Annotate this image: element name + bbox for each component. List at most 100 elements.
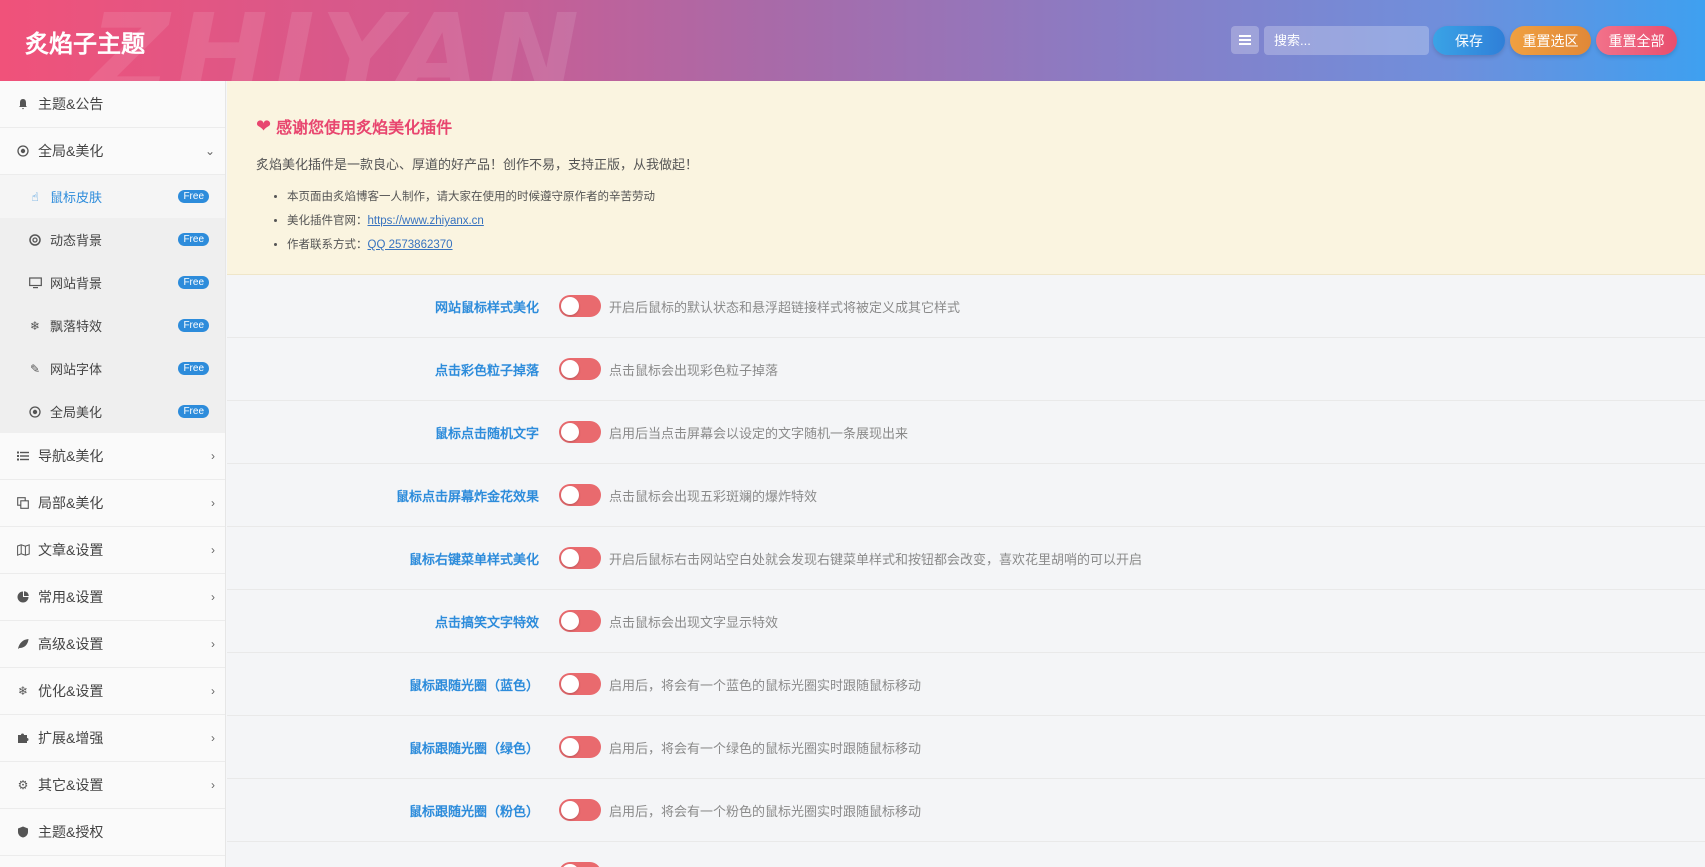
snowflake-icon: ❄ [17,684,29,698]
notice-panel: ❤ 感谢您使用炙焰美化插件 炙焰美化插件是一款良心、厚道的好产品！创作不易，支持… [227,81,1705,275]
sidebar-item-global-beautify[interactable]: 全局&美化 ⌄ [0,128,225,175]
app-header: ZHIYAN 炙焰子主题 保存 重置选区 重置全部 [0,0,1705,81]
puzzle-icon [16,731,30,745]
sidebar-item-local-beautify[interactable]: 局部&美化 › [0,480,225,527]
map-icon [16,543,30,557]
setting-row: 鼠标右键菜单样式美化 开启后鼠标右击网站空白处就会发现右键菜单样式和按钮都会改变… [227,527,1705,590]
setting-row: 点击搞笑文字特效 点击鼠标会出现文字显示特效 [227,590,1705,653]
setting-row: 鼠标点击随机文字 启用后当点击屏幕会以设定的文字随机一条展现出来 [227,401,1705,464]
setting-toggle[interactable] [559,799,601,821]
sidebar-item-label: 全局&美化 [38,143,104,159]
sidebar-item-label: 常用&设置 [38,589,104,605]
snowflake-icon: ❄ [29,318,41,333]
setting-toggle[interactable] [559,421,601,443]
lifebuoy-icon [28,233,42,247]
setting-row: 鼠标跟随光圈（绿色） 启用后，将会有一个绿色的鼠标光圈实时跟随鼠标移动 [227,716,1705,779]
sidebar-subitem-global-beautify[interactable]: 全局美化 Free [0,390,225,433]
sidebar-sub-list: ☝ 鼠标皮肤 Free 动态背景 Free 网站背景 Free ❄ 飘落特效 F… [0,175,225,433]
sidebar-item-theme-license[interactable]: 主题&授权 [0,809,225,856]
sidebar-subitem-label: 全局美化 [50,405,103,420]
contact-link[interactable]: QQ 2573862370 [368,239,453,251]
setting-label: 点击搞笑文字特效 [434,614,539,630]
settings-list: 网站鼠标样式美化 开启后鼠标的默认状态和悬浮超链接样式将被定义成其它样式 点击彩… [227,275,1705,867]
setting-label: 鼠标右键菜单样式美化 [408,551,539,567]
notice-line: 作者联系方式：QQ 2573862370 [287,233,1676,257]
setting-desc: 启用后，将会有一个蓝色的鼠标光圈实时跟随鼠标移动 [609,677,922,693]
sidebar-item-other-settings[interactable]: ⚙ 其它&设置 › [0,762,225,809]
pencil-icon: ✎ [29,361,41,376]
sidebar-item-label: 主题&公告 [38,96,104,112]
notice-line-prefix: 美化插件官网： [287,215,368,227]
header-watermark: ZHIYAN [90,0,586,81]
bell-icon [16,97,30,111]
gear-icon: ⚙ [17,778,29,792]
chevron-right-icon: › [211,449,215,463]
free-badge: Free [178,233,209,246]
setting-label: 网站鼠标样式美化 [434,299,539,315]
setting-toggle[interactable] [559,673,601,695]
setting-label: 点击彩色粒子掉落 [434,362,539,378]
setting-toggle[interactable] [559,610,601,632]
list-icon [16,449,30,463]
setting-desc: 点击鼠标会出现彩色粒子掉落 [609,362,779,378]
setting-toggle[interactable] [559,736,601,758]
sidebar-item-label: 主题&授权 [38,824,104,840]
setting-toggle[interactable] [559,862,601,867]
leaf-icon [16,637,30,651]
free-badge: Free [178,190,209,203]
free-badge: Free [178,276,209,289]
sidebar-subitem-label: 网站背景 [50,276,103,291]
sidebar: 主题&公告 全局&美化 ⌄ ☝ 鼠标皮肤 Free 动态背景 Free 网站背景… [0,81,226,867]
sidebar-item-label: 文章&设置 [38,542,104,558]
sidebar-subitem-falling-effect[interactable]: ❄ 飘落特效 Free [0,304,225,347]
notice-line: 美化插件官网：https://www.zhiyanx.cn [287,209,1676,233]
sidebar-item-article-settings[interactable]: 文章&设置 › [0,527,225,574]
setting-row-partial [227,842,1705,867]
setting-row: 鼠标点击屏幕炸金花效果 点击鼠标会出现五彩斑斓的爆炸特效 [227,464,1705,527]
setting-toggle[interactable] [559,358,601,380]
free-badge: Free [178,362,209,375]
save-button[interactable]: 保存 [1433,26,1505,55]
sidebar-subitem-dynamic-bg[interactable]: 动态背景 Free [0,218,225,261]
chevron-right-icon: › [211,731,215,745]
pointer-icon: ☝ [31,189,39,204]
search-input[interactable] [1264,26,1429,55]
expand-menu-icon[interactable] [1231,26,1259,54]
setting-label: 鼠标跟随光圈（绿色） [408,740,539,756]
chevron-right-icon: › [211,778,215,792]
notice-list: 本页面由炙焰博客一人制作，请大家在使用的时候遵守原作者的辛苦劳动 美化插件官网：… [256,185,1676,257]
notice-desc: 炙焰美化插件是一款良心、厚道的好产品！创作不易，支持正版，从我做起！ [256,157,699,172]
sidebar-subitem-label: 鼠标皮肤 [50,190,103,205]
sidebar-item-advanced-settings[interactable]: 高级&设置 › [0,621,225,668]
sidebar-subitem-site-font[interactable]: ✎ 网站字体 Free [0,347,225,390]
setting-row: 鼠标跟随光圈（蓝色） 启用后，将会有一个蓝色的鼠标光圈实时跟随鼠标移动 [227,653,1705,716]
sidebar-item-extensions[interactable]: 扩展&增强 › [0,715,225,762]
setting-label: 鼠标点击屏幕炸金花效果 [395,488,539,504]
setting-toggle[interactable] [559,484,601,506]
notice-line: 本页面由炙焰博客一人制作，请大家在使用的时候遵守原作者的辛苦劳动 [287,185,1676,209]
sidebar-item-theme-notice[interactable]: 主题&公告 [0,81,225,128]
sidebar-subitem-mouse-skin[interactable]: ☝ 鼠标皮肤 Free [0,175,225,218]
setting-row: 鼠标跟随光圈（粉色） 启用后，将会有一个粉色的鼠标光圈实时跟随鼠标移动 [227,779,1705,842]
sidebar-item-label: 导航&美化 [38,448,104,464]
setting-label: 鼠标跟随光圈（粉色） [408,803,539,819]
notice-line-prefix: 作者联系方式： [287,239,368,251]
chevron-right-icon: › [211,543,215,557]
setting-row: 点击彩色粒子掉落 点击鼠标会出现彩色粒子掉落 [227,338,1705,401]
setting-desc: 启用后，将会有一个绿色的鼠标光圈实时跟随鼠标移动 [609,740,922,756]
sidebar-item-optimize-settings[interactable]: ❄ 优化&设置 › [0,668,225,715]
target-icon [28,405,42,419]
shield-icon [16,825,30,839]
copy-icon [16,496,30,510]
notice-title-text: 感谢您使用炙焰美化插件 [276,120,453,137]
reset-section-button[interactable]: 重置选区 [1510,26,1591,55]
sidebar-item-label: 局部&美化 [38,495,104,511]
sidebar-item-nav-beautify[interactable]: 导航&美化 › [0,433,225,480]
setting-toggle[interactable] [559,295,601,317]
sidebar-item-common-settings[interactable]: 常用&设置 › [0,574,225,621]
reset-all-button[interactable]: 重置全部 [1596,26,1677,55]
website-link[interactable]: https://www.zhiyanx.cn [368,215,484,227]
sidebar-item-label: 优化&设置 [38,683,104,699]
sidebar-subitem-site-bg[interactable]: 网站背景 Free [0,261,225,304]
setting-toggle[interactable] [559,547,601,569]
